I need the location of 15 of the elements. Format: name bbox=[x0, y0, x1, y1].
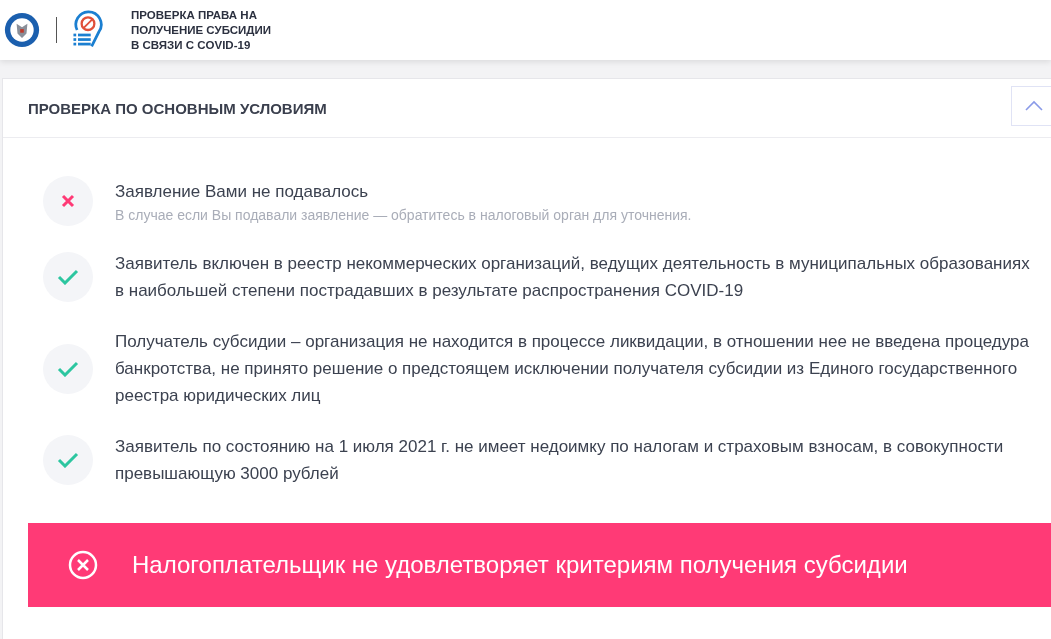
condition-text: Заявитель по состоянию на 1 июля 2021 г. не имеет недоимку по налогам и страховым взносам, в совокупности превышающую 3000 рублей bbox=[115, 436, 1005, 485]
site-title: В СВЯЗИ С COVID-19 bbox=[131, 37, 252, 53]
collapse-button[interactable] bbox=[1011, 86, 1051, 126]
cross-circle-icon bbox=[68, 550, 98, 580]
condition-text: Получатель субсидии – организация не находится в процессе ликвидации, в отношении нее не введена процедура банкротства, не принято решение о предстоящем исключении получателя субсидии из Единого государственного реестра юридических лиц bbox=[115, 331, 1030, 407]
site-title: ПРОВЕРКА ПРАВА НА bbox=[131, 7, 258, 23]
condition-note: В случае если Вы подавали заявление — обратитесь в налоговый орган для уточнения. bbox=[115, 205, 692, 225]
section-title: ПРОВЕРКА ПО ОСНОВНЫМ УСЛОВИЯМ bbox=[28, 99, 327, 117]
emblem-icon bbox=[4, 12, 40, 48]
pin-list-icon bbox=[71, 10, 105, 50]
result-message: Налогоплательщик не удовлетворяет критериям получения субсидии bbox=[132, 551, 908, 579]
condition-text: Заявление Вами не подавалось bbox=[115, 180, 370, 203]
condition-text: Заявитель включен в реестр некоммерческих организаций, ведущих деятельность в муниципальных образованиях в наибольшей степени пострадавших в результате распространения COVID-19 bbox=[115, 253, 1031, 302]
site-title: ПОЛУЧЕНИЕ СУБСИДИИ bbox=[131, 22, 272, 38]
chevron-icon bbox=[1023, 100, 1044, 112]
